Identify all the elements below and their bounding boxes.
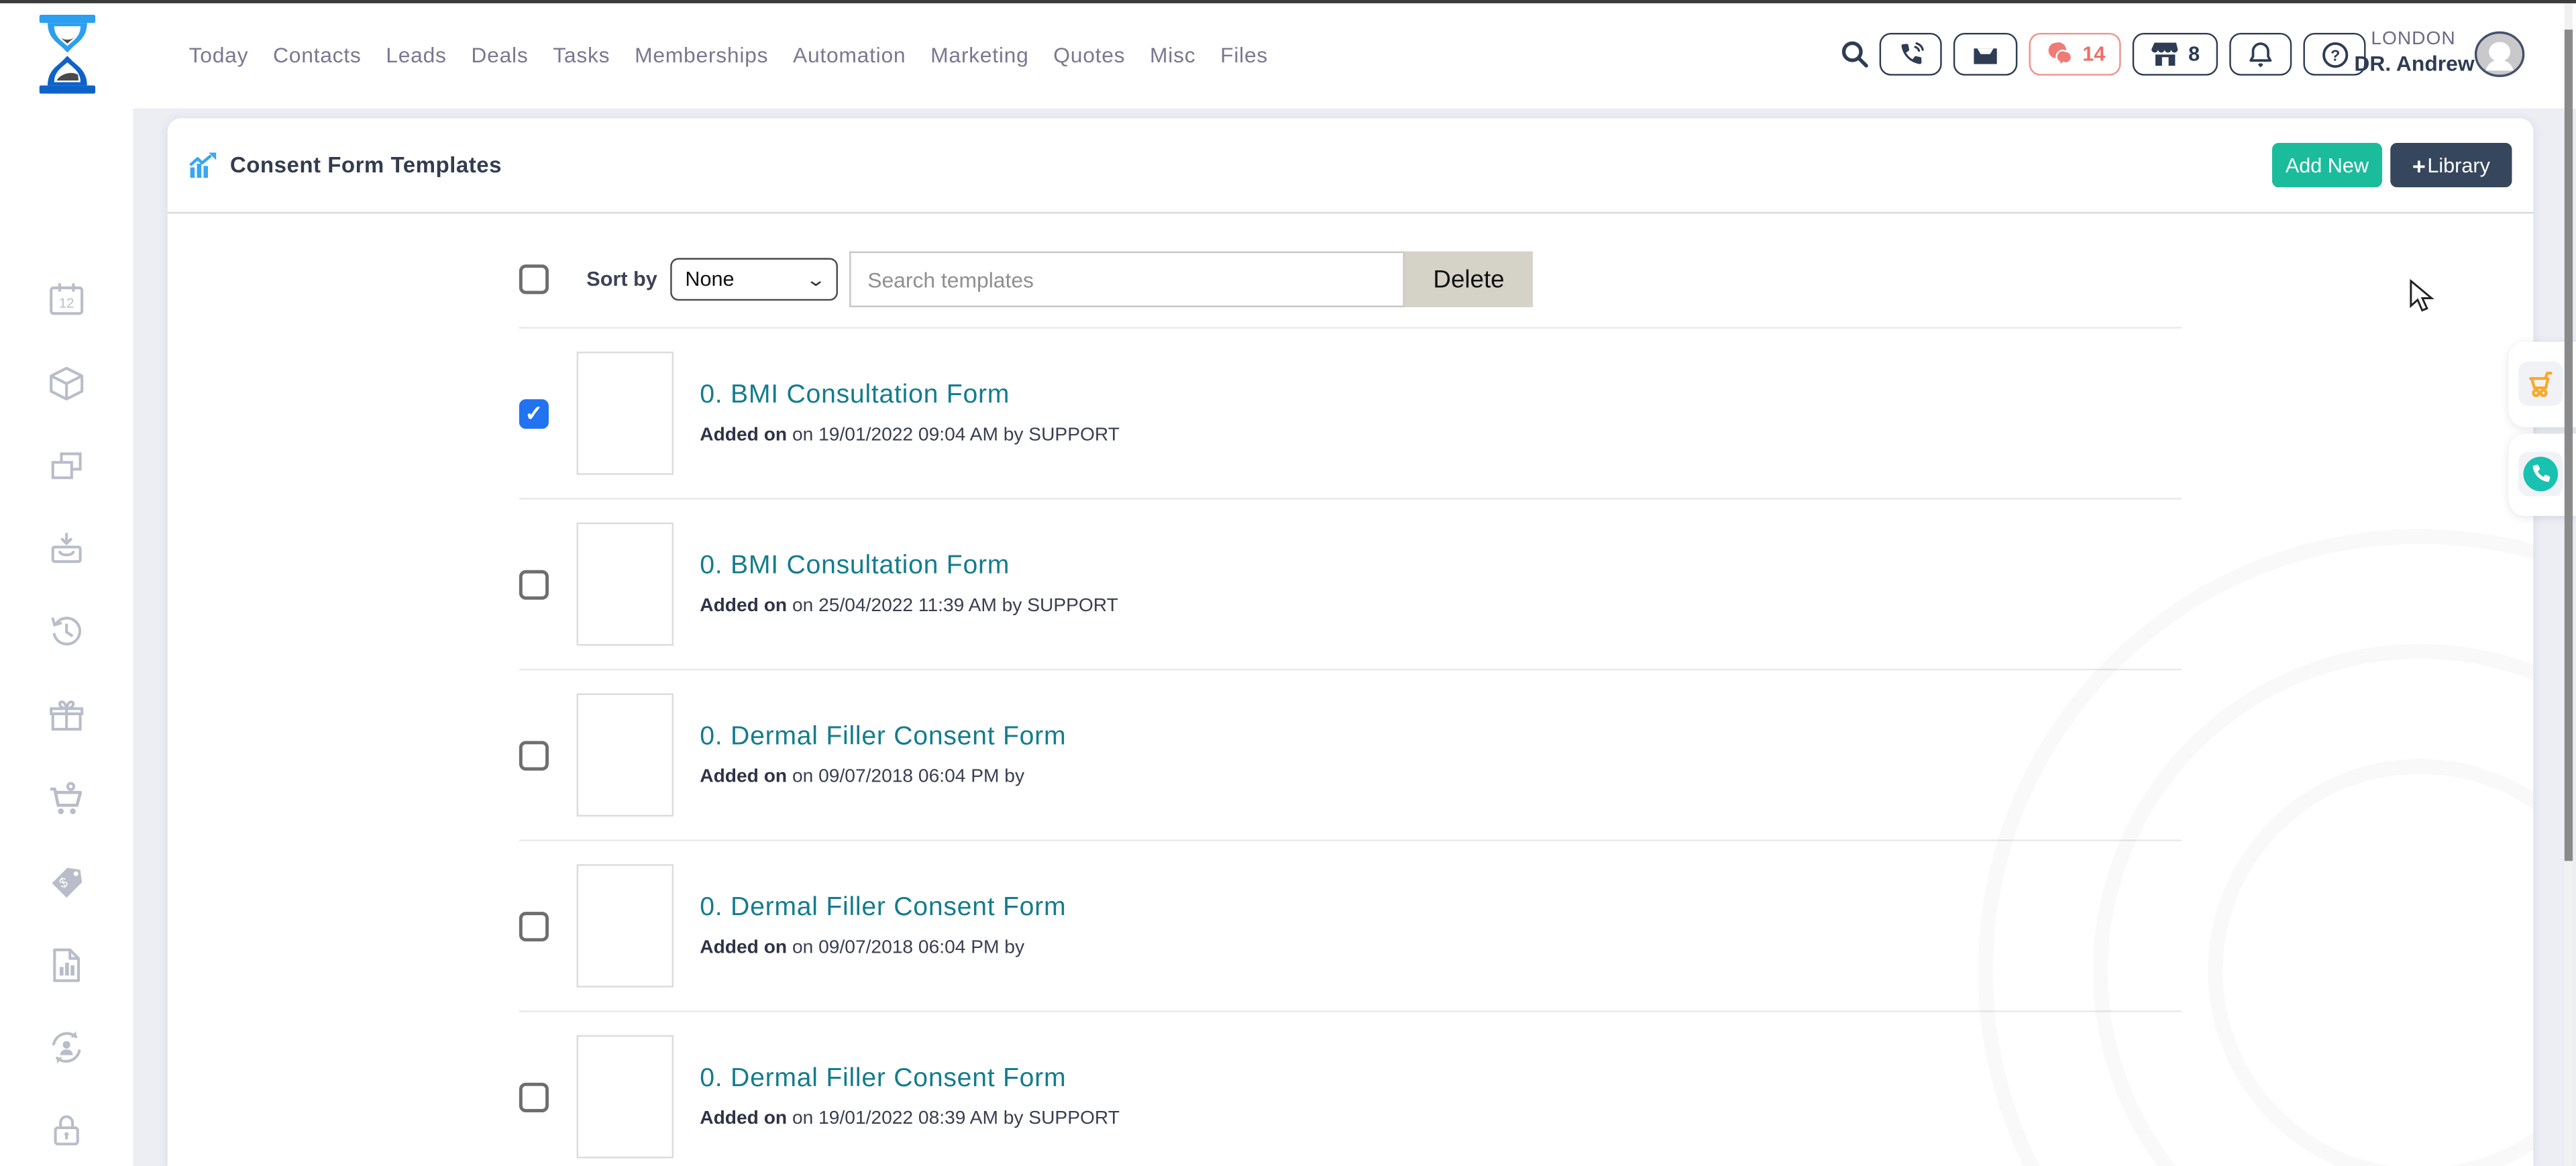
template-meta: Added on on 25/04/2022 11:39 AM by SUPPO… xyxy=(700,596,1118,616)
sort-select-value: None xyxy=(685,268,734,290)
search-templates-input[interactable] xyxy=(849,252,1405,307)
scrollbar-thumb[interactable] xyxy=(2565,30,2573,861)
chat-button[interactable]: 14 xyxy=(2029,33,2121,76)
nav-item[interactable]: Today xyxy=(189,42,249,66)
template-row: 0. Dermal Filler Consent Form Added on o… xyxy=(519,670,2182,841)
price-tag-icon[interactable]: $ xyxy=(46,861,87,902)
notifications-button[interactable] xyxy=(2229,33,2292,76)
nav-item[interactable]: Leads xyxy=(386,42,446,66)
sort-by-label: Sort by xyxy=(586,268,657,290)
chat-badge: 14 xyxy=(2082,43,2105,66)
template-checkbox[interactable] xyxy=(519,1082,549,1112)
select-all-checkbox[interactable] xyxy=(519,264,549,294)
bell-icon xyxy=(2247,41,2273,67)
store-badge: 8 xyxy=(2188,43,2200,66)
delete-button[interactable]: Delete xyxy=(1405,252,1533,307)
phone-button[interactable] xyxy=(1880,33,1942,76)
template-row: 0. Dermal Filler Consent Form Added on o… xyxy=(519,841,2182,1012)
lock-icon[interactable] xyxy=(46,1111,87,1152)
help-icon: ? xyxy=(2320,40,2349,68)
template-checkbox[interactable] xyxy=(519,740,549,770)
report-icon[interactable] xyxy=(46,945,87,986)
inbox-icon xyxy=(1972,42,2000,66)
template-thumbnail[interactable] xyxy=(577,523,674,646)
scrollbar-track[interactable] xyxy=(2565,0,2573,1166)
inbox-button[interactable] xyxy=(1953,33,2018,76)
nav-item[interactable]: Tasks xyxy=(553,42,610,66)
page-title: Consent Form Templates xyxy=(230,153,502,178)
nav-item[interactable]: Automation xyxy=(793,42,906,66)
search-icon[interactable] xyxy=(1840,40,1870,69)
app-root: Today Contacts Leads Deals Tasks Memberships A… xyxy=(0,0,2576,1166)
template-title-link[interactable]: 0. Dermal Filler Consent Form xyxy=(700,723,1066,753)
template-meta: Added on on 19/01/2022 08:39 AM by SUPPO… xyxy=(700,1109,1120,1128)
store-button[interactable]: 8 xyxy=(2133,33,2218,76)
sort-select[interactable]: None ⌄ xyxy=(670,258,838,301)
nav-item[interactable]: Quotes xyxy=(1053,42,1125,66)
template-thumbnail[interactable] xyxy=(577,352,674,475)
hourglass-logo-icon[interactable] xyxy=(38,15,97,94)
template-checkbox[interactable] xyxy=(519,570,549,599)
svg-text:?: ? xyxy=(2330,46,2339,63)
top-bar: Today Contacts Leads Deals Tasks Memberships A… xyxy=(0,0,2576,109)
template-thumbnail[interactable] xyxy=(577,1035,674,1159)
template-thumbnail[interactable] xyxy=(577,693,674,816)
user-name: DR. Andrew xyxy=(2354,52,2472,78)
phone-icon xyxy=(1898,41,1924,67)
panel-header: Consent Form Templates Add New +Library xyxy=(168,118,2534,213)
list-toolbar: Sort by None ⌄ Delete xyxy=(519,213,2182,328)
nav-item[interactable]: Files xyxy=(1220,42,1268,66)
template-title-link[interactable]: 0. BMI Consultation Form xyxy=(700,381,1120,411)
history-icon[interactable] xyxy=(46,611,87,652)
nav-item[interactable]: Memberships xyxy=(635,42,768,66)
call-icon[interactable] xyxy=(2518,452,2563,496)
package-icon[interactable] xyxy=(46,363,87,404)
gift-icon[interactable] xyxy=(46,695,87,736)
template-title-link[interactable]: 0. BMI Consultation Form xyxy=(700,552,1118,582)
add-new-button[interactable]: Add New xyxy=(2272,143,2382,187)
template-meta: Added on on 19/01/2022 09:04 AM by SUPPO… xyxy=(700,425,1120,445)
plus-icon: + xyxy=(2412,152,2426,178)
chevron-down-icon: ⌄ xyxy=(805,268,826,290)
chart-icon xyxy=(187,150,217,180)
sidebar: 12 xyxy=(0,109,133,1166)
template-list-container: Sort by None ⌄ Delete 0. BMI Consultatio… xyxy=(519,213,2182,1166)
nav-item[interactable]: Misc xyxy=(1150,42,1195,66)
template-row: 0. BMI Consultation Form Added on on 19/… xyxy=(519,329,2182,500)
copy-icon[interactable] xyxy=(46,445,87,486)
location-label: LONDON xyxy=(2354,28,2472,52)
svg-text:12: 12 xyxy=(59,296,74,311)
nav-item[interactable]: Deals xyxy=(471,42,528,66)
template-thumbnail[interactable] xyxy=(577,864,674,988)
main-nav: Today Contacts Leads Deals Tasks Memberships A… xyxy=(189,0,1268,109)
store-icon xyxy=(2151,41,2180,67)
user-info[interactable]: LONDON DR. Andrew xyxy=(2354,28,2472,78)
template-meta: Added on on 09/07/2018 06:04 PM by xyxy=(700,767,1066,787)
inbox-receive-icon[interactable] xyxy=(46,529,87,570)
template-rows: 0. BMI Consultation Form Added on on 19/… xyxy=(519,329,2182,1166)
avatar[interactable] xyxy=(2474,32,2525,78)
chat-icon xyxy=(2045,41,2074,67)
user-sync-icon[interactable] xyxy=(46,1027,87,1068)
main-panel: Consent Form Templates Add New +Library … xyxy=(168,118,2534,1166)
template-title-link[interactable]: 0. Dermal Filler Consent Form xyxy=(700,1065,1120,1094)
template-checkbox[interactable] xyxy=(519,399,549,428)
cart-settings-icon[interactable] xyxy=(46,779,87,820)
template-checkbox[interactable] xyxy=(519,911,549,941)
calendar-icon[interactable]: 12 xyxy=(46,279,87,320)
template-meta: Added on on 09/07/2018 06:04 PM by xyxy=(700,938,1066,957)
library-button[interactable]: +Library xyxy=(2390,143,2512,187)
template-title-link[interactable]: 0. Dermal Filler Consent Form xyxy=(700,894,1066,923)
template-row: 0. BMI Consultation Form Added on on 25/… xyxy=(519,499,2182,670)
nav-item[interactable]: Contacts xyxy=(273,42,362,66)
cart-icon[interactable] xyxy=(2518,362,2563,406)
nav-item[interactable]: Marketing xyxy=(930,42,1028,66)
template-row: 0. Dermal Filler Consent Form Added on o… xyxy=(519,1012,2182,1166)
